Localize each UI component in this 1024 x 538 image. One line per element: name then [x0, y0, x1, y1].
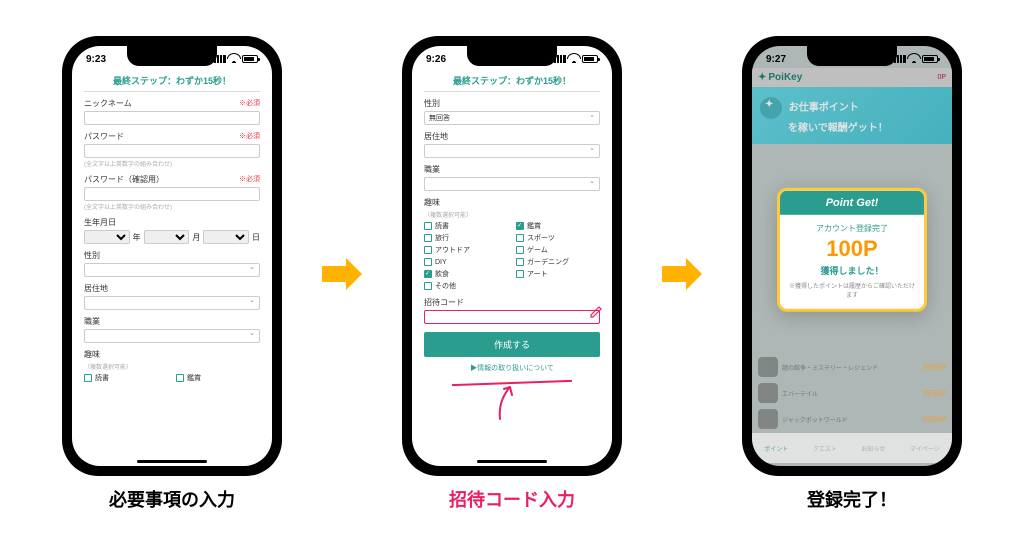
pen-icon: [589, 305, 603, 319]
password-label: パスワード: [84, 131, 124, 142]
password-hint: (全文字以上英数字の組み合わせ): [84, 202, 260, 211]
gender-select[interactable]: [84, 263, 260, 277]
checkbox-sports[interactable]: [516, 234, 524, 242]
list-item[interactable]: エバーテイル9750P: [752, 380, 952, 406]
modal-note: ※獲得したポイントは履歴からご確認いただけます: [788, 281, 916, 299]
checkbox-reading[interactable]: [424, 222, 432, 230]
required-badge: ※必須: [239, 98, 260, 109]
occupation-select[interactable]: [424, 177, 600, 191]
battery-icon: [582, 55, 598, 63]
thumb-icon: [758, 383, 778, 403]
checkbox-reading[interactable]: [84, 374, 92, 382]
offer-list: 謎の館争・ミステリー・レジェンド9000P エバーテイル9750P ジャックポッ…: [752, 354, 952, 432]
arrow-right-icon: [660, 256, 704, 292]
point-get-modal: Point Get! アカウント登録完了 100P 獲得しました！ ※獲得したポ…: [777, 188, 927, 312]
gender-label: 性別: [84, 250, 100, 261]
invite-code-input[interactable]: [424, 310, 600, 324]
nickname-input[interactable]: [84, 111, 260, 125]
residence-select[interactable]: [84, 296, 260, 310]
status-time: 9:23: [86, 54, 106, 65]
hobby-label: 趣味: [84, 349, 100, 360]
phone-step3: 9:27 ✦ PoiKey 0P お仕事ポイント を稼いで報酬ゲット！ Poin…: [742, 36, 962, 476]
gender-select[interactable]: 無回答: [424, 111, 600, 125]
modal-message: 獲得しました！: [788, 264, 916, 277]
required-badge: ※必須: [239, 131, 260, 142]
password-input[interactable]: [84, 144, 260, 158]
nickname-label: ニックネーム: [84, 98, 132, 109]
promo-banner: お仕事ポイント を稼いで報酬ゲット！: [752, 87, 952, 144]
nav-quest[interactable]: クエスト: [813, 444, 837, 453]
home-indicator: [137, 460, 207, 463]
checkbox-other[interactable]: [424, 282, 432, 290]
nav-mypage[interactable]: マイページ: [910, 444, 940, 453]
dob-year-select[interactable]: [84, 230, 130, 244]
star-icon: [760, 97, 782, 119]
required-badge: ※必須: [239, 174, 260, 185]
checkbox-game[interactable]: [516, 246, 524, 254]
caption-step1: 必要事項の入力: [109, 486, 235, 512]
notch: [127, 46, 217, 66]
password-confirm-label: パスワード（確認用）: [84, 174, 164, 185]
create-button[interactable]: 作成する: [424, 332, 600, 357]
wifi-icon: [569, 55, 579, 63]
occupation-label: 職業: [84, 316, 100, 327]
occupation-label: 職業: [424, 164, 440, 175]
list-item[interactable]: ジャックポットワールド6000P: [752, 406, 952, 432]
dob-label: 生年月日: [84, 217, 116, 228]
checkbox-travel[interactable]: [424, 234, 432, 242]
modal-subtitle: アカウント登録完了: [788, 223, 916, 234]
step-title: 最終ステップ：わずか15秒！: [424, 74, 600, 92]
dob-month-select[interactable]: [144, 230, 190, 244]
arrow-right-icon: [320, 256, 364, 292]
home-indicator: [477, 460, 547, 463]
checkbox-outdoor[interactable]: [424, 246, 432, 254]
phone-step2: 9:26 最終ステップ：わずか15秒！ 性別無回答 居住地 職業 趣味（複数選択…: [402, 36, 622, 476]
wifi-icon: [229, 55, 239, 63]
step-title: 最終ステップ：わずか15秒！: [84, 74, 260, 92]
annotation-arrow-icon: [492, 381, 522, 426]
battery-icon: [242, 55, 258, 63]
residence-select[interactable]: [424, 144, 600, 158]
password-hint: (全文字以上英数字の組み合わせ): [84, 159, 260, 168]
caption-step2: 招待コード入力: [449, 486, 575, 512]
checkbox-kansho[interactable]: [516, 222, 524, 230]
gender-label: 性別: [424, 98, 440, 109]
checkbox-diy[interactable]: [424, 258, 432, 266]
nav-points[interactable]: ポイント: [764, 444, 788, 453]
password-confirm-input[interactable]: [84, 187, 260, 201]
notch: [467, 46, 557, 66]
residence-label: 居住地: [424, 131, 448, 142]
checkbox-kansho[interactable]: [176, 374, 184, 382]
privacy-link[interactable]: ▶情報の取り扱いについて: [424, 363, 600, 373]
thumb-icon: [758, 357, 778, 377]
occupation-select[interactable]: [84, 329, 260, 343]
modal-title: Point Get!: [780, 191, 924, 215]
checkbox-gardening[interactable]: [516, 258, 524, 266]
nav-notice[interactable]: お知らせ: [861, 444, 885, 453]
phone-step1: 9:23 最終ステップ：わずか15秒！ ニックネーム ※必須 パスワード ※必須 (全…: [62, 36, 282, 476]
hobby-label: 趣味: [424, 197, 440, 208]
list-item[interactable]: 謎の館争・ミステリー・レジェンド9000P: [752, 354, 952, 380]
checkbox-art[interactable]: [516, 270, 524, 278]
bottom-nav: ポイント クエスト お知らせ マイページ: [752, 433, 952, 463]
notch: [807, 46, 897, 66]
invite-label: 招待コード: [424, 297, 464, 308]
caption-step3: 登録完了！: [807, 486, 897, 512]
checkbox-food[interactable]: [424, 270, 432, 278]
dob-day-select[interactable]: [203, 230, 249, 244]
modal-points: 100P: [788, 236, 916, 262]
status-time: 9:26: [426, 54, 446, 65]
residence-label: 居住地: [84, 283, 108, 294]
thumb-icon: [758, 409, 778, 429]
